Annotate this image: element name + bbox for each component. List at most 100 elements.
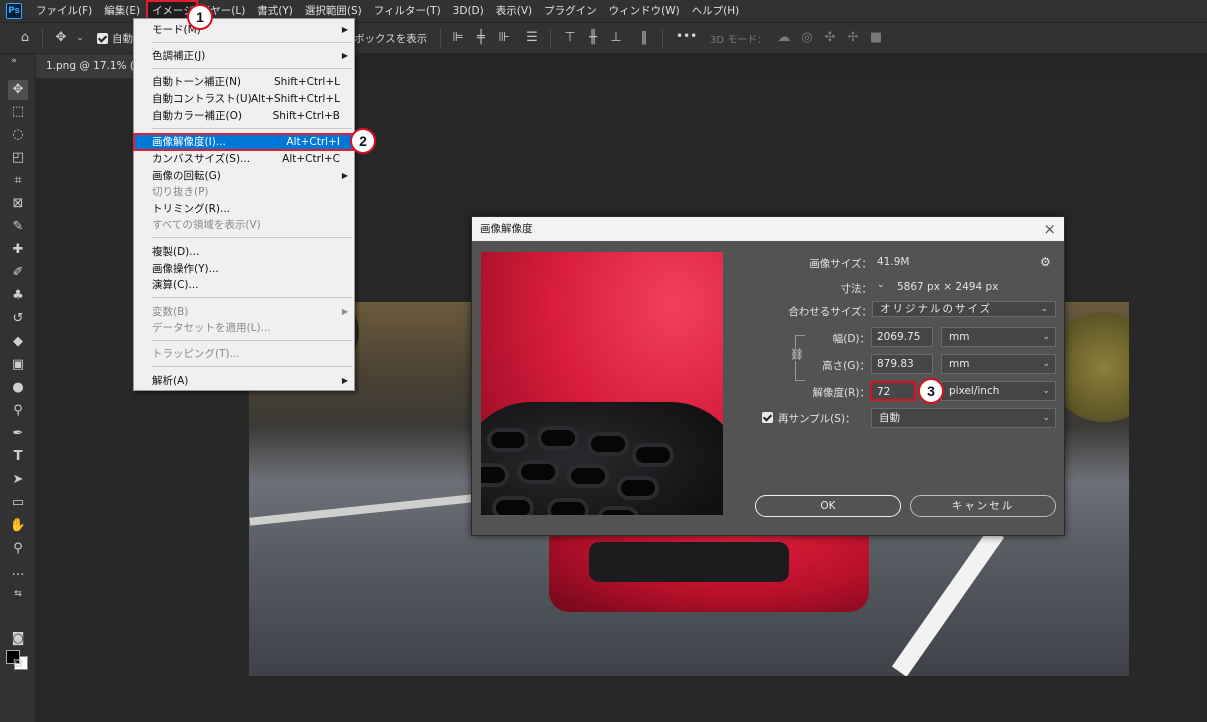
eraser-tool-icon[interactable]: ◆	[8, 332, 28, 352]
pan-3d-icon: ✣	[824, 30, 836, 45]
expand-panel-icon[interactable]: »	[4, 56, 24, 66]
hand-tool-icon[interactable]: ✋	[8, 516, 28, 536]
menu-separator	[152, 68, 352, 69]
path-selection-tool-icon[interactable]: ➤	[8, 470, 28, 490]
menu-item-trap: トラッピング(T)...	[152, 348, 240, 360]
menu-window[interactable]: ウィンドウ(W)	[603, 0, 686, 22]
menu-item-analysis[interactable]: 解析(A) ▶	[134, 373, 354, 389]
menu-filter[interactable]: フィルター(T)	[368, 0, 447, 22]
menu-separator	[152, 366, 352, 367]
type-tool-icon[interactable]: T	[8, 447, 28, 467]
options-separator	[42, 29, 43, 49]
menu-item-image-rotation[interactable]: 画像の回転(G) ▶	[134, 168, 354, 184]
preview-grille	[481, 402, 723, 515]
gradient-tool-icon[interactable]: ▣	[8, 355, 28, 375]
frame-tool-icon[interactable]: ⊠	[8, 194, 28, 214]
align-left-icon[interactable]: ⊫	[450, 30, 466, 46]
menu-item-apply-image[interactable]: 画像操作(Y)...	[134, 261, 354, 277]
callout-3: 3	[918, 378, 944, 404]
align-vcenter-icon[interactable]: ╫	[585, 30, 601, 46]
width-input[interactable]: 2069.75	[871, 327, 933, 347]
menu-item-auto-tone[interactable]: 自動トーン補正(N) Shift+Ctrl+L	[134, 74, 354, 90]
image-preview[interactable]	[481, 252, 723, 515]
menu-item-auto-color[interactable]: 自動カラー補正(O) Shift+Ctrl+B	[134, 108, 354, 124]
screen-mode-icon[interactable]: ⧉	[8, 654, 28, 674]
height-unit-select[interactable]: mm ⌄	[941, 354, 1056, 374]
resample-checkbox[interactable]	[762, 412, 773, 423]
height-input[interactable]: 879.83	[871, 354, 933, 374]
tools-panel: » ✥ ⬚ ◌ ◰ ⌗ ⊠ ✎ ✚ ✐ ♣ ↺ ◆ ▣ ● ⚲ ✒ T ➤ ▭ …	[0, 54, 36, 722]
3d-mode-label: 3D モード：	[710, 35, 768, 46]
options-separator	[440, 29, 441, 49]
gear-icon[interactable]: ⚙	[1040, 255, 1051, 269]
resolution-input[interactable]: 72	[870, 381, 916, 401]
close-icon[interactable]: ×	[1043, 217, 1056, 241]
object-selection-tool-icon[interactable]: ◰	[8, 148, 28, 168]
menu-file[interactable]: ファイル(F)	[30, 0, 98, 22]
home-icon[interactable]: ⌂	[17, 30, 33, 46]
menu-help[interactable]: ヘルプ(H)	[686, 0, 746, 22]
menu-view[interactable]: 表示(V)	[490, 0, 538, 22]
dialog-title: 画像解像度	[472, 217, 1064, 241]
fit-to-select[interactable]: オリジナルのサイズ ⌄	[872, 301, 1056, 317]
quick-mask-icon[interactable]: ◙	[8, 629, 28, 649]
eyedropper-tool-icon[interactable]: ✎	[8, 217, 28, 237]
dodge-tool-icon[interactable]: ⚲	[8, 401, 28, 421]
menu-plugins[interactable]: プラグイン	[538, 0, 603, 22]
history-brush-tool-icon[interactable]: ↺	[8, 309, 28, 329]
resample-method-select[interactable]: 自動 ⌄	[871, 408, 1056, 428]
clone-stamp-tool-icon[interactable]: ♣	[8, 286, 28, 306]
more-options-icon[interactable]: •••	[676, 29, 697, 43]
slide-3d-icon: ✢	[847, 30, 859, 45]
menu-item-calculations[interactable]: 演算(C)...	[134, 277, 354, 293]
width-label: 幅(D)：	[832, 333, 870, 345]
width-unit-select[interactable]: mm ⌄	[941, 327, 1056, 347]
move-tool-icon[interactable]: ✥	[53, 30, 69, 46]
distribute-vertical-icon[interactable]: ‖	[636, 30, 652, 46]
chevron-down-icon[interactable]: ⌄	[72, 30, 88, 46]
ok-button[interactable]: OK	[755, 495, 901, 517]
brush-tool-icon[interactable]: ✐	[8, 263, 28, 283]
cancel-button[interactable]: キャンセル	[910, 495, 1056, 517]
height-label: 高さ(G)：	[822, 360, 870, 372]
edit-toolbar-icon[interactable]: …	[8, 562, 28, 582]
menu-separator	[152, 297, 352, 298]
resample-label: 再サンプル(S)：	[778, 413, 856, 425]
align-top-icon[interactable]: ⊤	[562, 30, 578, 46]
chevron-down-icon[interactable]: ⌄	[877, 280, 885, 290]
align-bottom-icon[interactable]: ⊥	[608, 30, 624, 46]
pen-tool-icon[interactable]: ✒	[8, 424, 28, 444]
rectangle-tool-icon[interactable]: ▭	[8, 493, 28, 513]
menu-3d[interactable]: 3D(D)	[447, 0, 490, 22]
align-right-icon[interactable]: ⊪	[496, 30, 512, 46]
menu-item-duplicate[interactable]: 複製(D)...	[134, 244, 354, 260]
menu-item-auto-contrast[interactable]: 自動コントラスト(U) Alt+Shift+Ctrl+L	[134, 91, 354, 107]
default-colors-icon[interactable]: ⇆	[8, 584, 28, 604]
healing-brush-tool-icon[interactable]: ✚	[8, 240, 28, 260]
auto-select-checkbox[interactable]	[97, 33, 108, 44]
callout-2: 2	[350, 128, 376, 154]
image-size-value: 41.9M	[877, 256, 910, 268]
resolution-unit-select[interactable]: pixel/inch ⌄	[941, 381, 1056, 401]
menu-item-adjustments[interactable]: 色調補正(J) ▶	[134, 48, 354, 64]
crop-tool-icon[interactable]: ⌗	[8, 171, 28, 191]
dimensions-value: 5867 px × 2494 px	[897, 281, 999, 293]
lasso-tool-icon[interactable]: ◌	[8, 125, 28, 145]
blur-tool-icon[interactable]: ●	[8, 378, 28, 398]
move-tool-icon[interactable]: ✥	[8, 80, 28, 100]
marquee-tool-icon[interactable]: ⬚	[8, 102, 28, 122]
options-separator	[662, 29, 663, 49]
options-separator	[550, 29, 551, 49]
menu-item-mode[interactable]: モード(M) ▶	[134, 22, 354, 38]
menu-item-trim[interactable]: トリミング(R)...	[134, 201, 354, 217]
video-camera-icon: ■	[869, 30, 883, 45]
menu-item-canvas-size[interactable]: カンバスサイズ(S)... Alt+Ctrl+C	[134, 151, 354, 167]
zoom-tool-icon[interactable]: ⚲	[8, 539, 28, 559]
distribute-horizontal-icon[interactable]: ☰	[524, 30, 540, 46]
road-marking	[891, 527, 1005, 676]
document-tab[interactable]: 1.png @ 17.1% (RG	[36, 54, 136, 78]
image-size-dialog: 画像解像度 × 画像サイズ： 41.9M ⚙ 寸法： ⌄ 5867 px × 2…	[471, 216, 1065, 536]
align-hcenter-icon[interactable]: ╪	[473, 30, 489, 46]
menu-item-image-size[interactable]: 画像解像度(I)... Alt+Ctrl+I	[133, 133, 355, 151]
dimensions-label: 寸法：	[840, 283, 873, 295]
